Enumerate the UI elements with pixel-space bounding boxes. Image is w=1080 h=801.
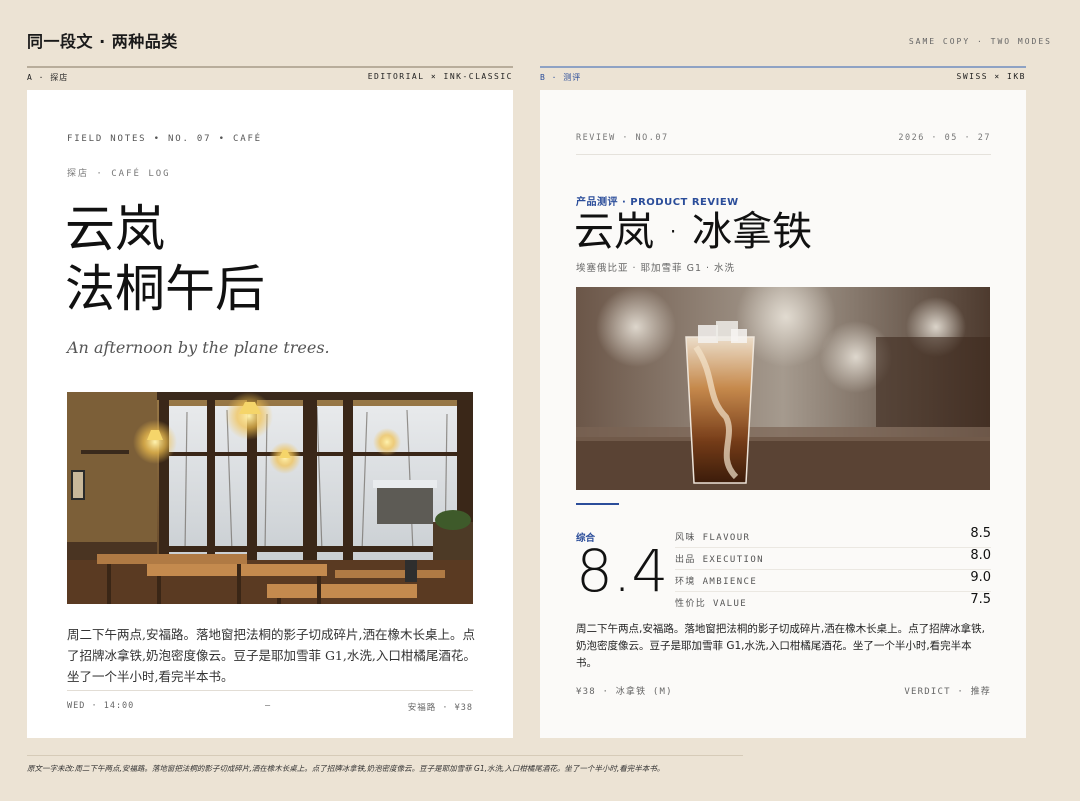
review-accent-rule (576, 503, 619, 505)
card-footer-location: 安福路 · ¥38 (407, 703, 473, 713)
cafe-interior-illustration (67, 392, 473, 604)
card-footer-dash: — (265, 701, 272, 711)
card-section-label: 探店 · CAFÉ LOG (67, 169, 171, 179)
review-top-rule (576, 154, 991, 155)
score-row-flavour: 风味 FLAVOUR 8.5 (675, 526, 991, 548)
score-label: 出品 EXECUTION (675, 555, 764, 565)
panel-a-style-label: EDITORIAL × INK-CLASSIC (367, 72, 513, 81)
iced-latte-illustration (576, 287, 990, 490)
review-card: REVIEW · NO.07 2026 · 05 · 27 产品测评 · PRO… (540, 90, 1026, 738)
page-subtitle: SAME COPY · TWO MODES (908, 37, 1052, 46)
score-label: 环境 AMBIENCE (675, 577, 758, 587)
review-footer-price: ¥38 · 冰拿铁 (M) (576, 687, 673, 697)
review-body-text: 周二下午两点,安福路。落地窗把法桐的影子切成碎片,洒在橡木长桌上。点了招牌冰拿铁… (576, 623, 986, 669)
card-title-line-2: 法桐午后 (65, 260, 265, 318)
editorial-card: FIELD NOTES • NO. 07 • CAFÉ 探店 · CAFÉ LO… (27, 90, 513, 738)
review-eyebrow: 产品测评 · PRODUCT REVIEW (576, 197, 739, 208)
score-value: 8.5 (970, 526, 991, 541)
score-row-value: 性价比 VALUE 7.5 (675, 592, 991, 614)
card-subtitle: An afternoon by the plane trees. (67, 338, 330, 357)
cafe-interior-photo (67, 392, 473, 604)
source-text-note: 原文一字未改:周二下午两点,安福路。落地窗把法桐的影子切成碎片,洒在橡木长桌上。… (27, 764, 665, 773)
review-origin-meta: 埃塞俄比亚 · 耶加雪菲 G1 · 水洗 (576, 263, 736, 274)
score-value: 8.0 (970, 548, 991, 563)
panel-a-top-rule (27, 66, 513, 68)
card-kicker: FIELD NOTES • NO. 07 • CAFÉ (67, 134, 262, 144)
card-body-text: 周二下午两点,安福路。落地窗把法桐的影子切成碎片,洒在橡木长桌上。点了招牌冰拿铁… (67, 627, 476, 684)
score-row-ambience: 环境 AMBIENCE 9.0 (675, 570, 991, 592)
overall-score-value: 8.4 (576, 537, 669, 605)
score-value: 9.0 (970, 570, 991, 585)
review-footer-verdict: VERDICT · 推荐 (904, 687, 991, 697)
card-footer-time: WED · 14:00 (67, 701, 135, 711)
panel-a-label: A · 探店 (27, 73, 69, 82)
review-title: 云岚 · 冰拿铁 (574, 209, 813, 255)
review-date: 2026 · 05 · 27 (898, 133, 991, 143)
panel-b-style-label: SWISS × IKB (956, 72, 1026, 81)
card-footer-rule (67, 690, 473, 691)
page-title: 同一段文 · 两种品类 (27, 32, 178, 51)
score-label: 风味 FLAVOUR (675, 533, 751, 543)
score-label: 性价比 VALUE (675, 599, 748, 609)
card-title-line-1: 云岚 (65, 200, 165, 258)
score-row-execution: 出品 EXECUTION 8.0 (675, 548, 991, 570)
panel-b-top-rule (540, 66, 1026, 68)
bottom-rule (27, 755, 743, 756)
iced-latte-photo (576, 287, 990, 490)
panel-b-label: B · 测评 (540, 73, 582, 82)
review-kicker: REVIEW · NO.07 (576, 133, 669, 143)
score-value: 7.5 (970, 592, 991, 607)
